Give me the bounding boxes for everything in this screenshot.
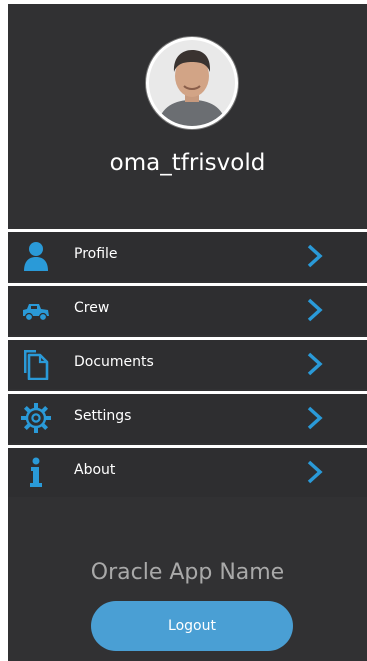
navigation-drawer: oma_tfrisvold Profile Crew Documents Set… (8, 4, 367, 661)
chevron-right-icon (307, 406, 323, 430)
menu-label: Documents (74, 354, 154, 370)
avatar[interactable] (146, 37, 238, 129)
menu-item-crew[interactable]: Crew (8, 286, 367, 335)
menu-label: About (74, 462, 116, 478)
user-photo (149, 40, 235, 126)
menu-label: Profile (74, 246, 118, 262)
info-icon (30, 457, 42, 487)
chevron-right-icon (307, 298, 323, 322)
person-icon (24, 242, 48, 271)
menu-item-profile[interactable]: Profile (8, 232, 367, 281)
menu-item-settings[interactable]: Settings (8, 394, 367, 443)
username: oma_tfrisvold (109, 150, 266, 176)
app-name: Oracle App Name (90, 560, 285, 585)
menu-item-about[interactable]: About (8, 448, 367, 497)
logout-button[interactable]: Logout (91, 601, 293, 651)
menu-label: Crew (74, 300, 110, 316)
documents-icon (24, 350, 49, 380)
menu-label: Settings (74, 408, 132, 424)
chevron-right-icon (307, 244, 323, 268)
menu-item-documents[interactable]: Documents (8, 340, 367, 389)
truck-icon (23, 304, 49, 322)
chevron-right-icon (307, 352, 323, 376)
gear-icon (21, 403, 51, 433)
chevron-right-icon (307, 460, 323, 484)
